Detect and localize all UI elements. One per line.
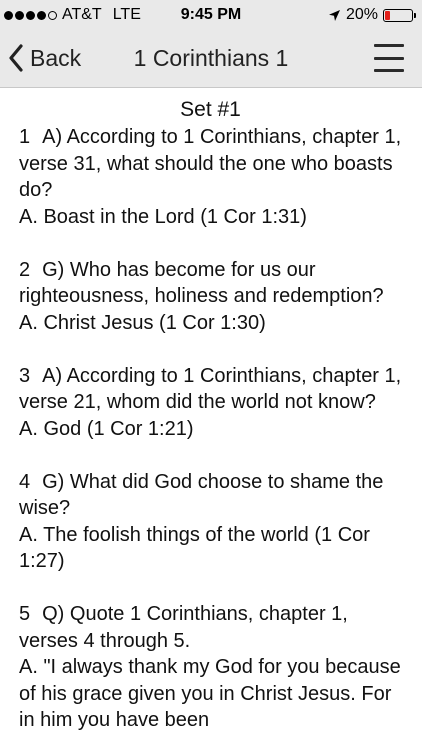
answer-text: A. Boast in the Lord (1 Cor 1:31) <box>19 205 307 228</box>
question-item: 3 A) According to 1 Corinthians, chapter … <box>19 363 412 443</box>
status-right: 20% <box>328 0 416 30</box>
question-number: 1 <box>19 126 31 148</box>
question-text: 3 A) According to 1 Corinthians, chapter … <box>19 364 402 414</box>
question-item: 2 G) Who has become for us our righteousn… <box>19 257 412 337</box>
battery-icon <box>383 8 413 22</box>
location-arrow-icon <box>328 9 340 21</box>
set-title: Set #1 <box>180 98 241 121</box>
question-text: 1 A) According to 1 Corinthians, chapter … <box>19 126 402 201</box>
question-text: 4 G) What did God choose to shame the wis… <box>19 470 384 520</box>
answer-text: A. God (1 Cor 1:21) <box>19 417 194 440</box>
question-text: 5 Q) Quote 1 Corinthians, chapter 1, vers… <box>19 603 348 652</box>
question-number: 5 <box>19 603 31 625</box>
question-item: 5 Q) Quote 1 Corinthians, chapter 1, vers… <box>19 601 412 734</box>
question-item: 4 G) What did God choose to shame the wis… <box>19 469 412 575</box>
question-item: 1 A) According to 1 Corinthians, chapter … <box>19 124 412 230</box>
page-title: 1 Corinthians 1 <box>133 45 289 71</box>
answer-text: A. Christ Jesus (1 Cor 1:30) <box>19 311 266 334</box>
question-list: Set #1 1 A) According to 1 Corinthians, c… <box>0 88 422 750</box>
question-text: 2 G) Who has become for us our righteousn… <box>19 258 384 308</box>
battery-level-fill <box>385 10 391 20</box>
answer-text: A. "I always thank my God for you becaus… <box>19 656 401 731</box>
answer-text: A. The foolish things of the world (1 Co… <box>19 523 370 573</box>
question-number: 4 <box>19 470 31 493</box>
battery-percent: 20% <box>345 6 378 23</box>
question-number: 2 <box>19 258 31 281</box>
navigation-bar: Back 1 Corinthians 1 <box>0 30 422 88</box>
question-number: 3 <box>19 364 31 387</box>
hamburger-menu-icon[interactable] <box>374 44 404 72</box>
battery-tip <box>414 12 416 18</box>
status-bar: AT&T LTE 9:45 PM 20% <box>0 0 422 30</box>
